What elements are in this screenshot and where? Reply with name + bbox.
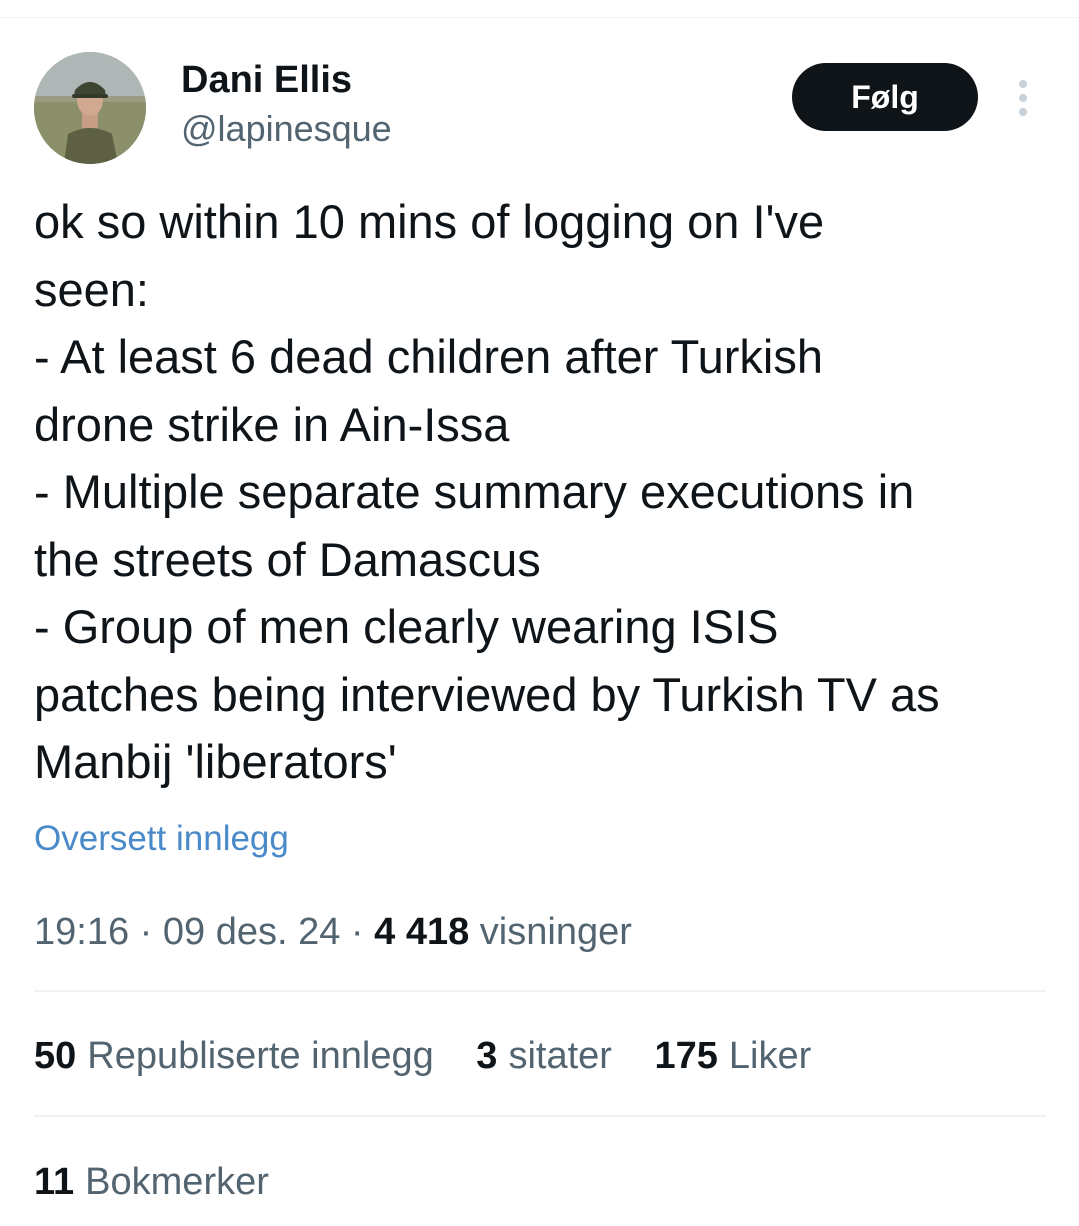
divider xyxy=(34,1115,1046,1117)
tweet-text-line: patches being interviewed by Turkish TV … xyxy=(34,667,940,721)
quotes-count: 3 xyxy=(476,1035,498,1077)
engagement-stats: 50 Republiserte innlegg 3 sitater 175 Liker xyxy=(34,1030,843,1082)
views-count: 4 418 xyxy=(374,911,470,953)
reposts-label: Republiserte innlegg xyxy=(87,1035,434,1077)
post-date[interactable]: 09 des. 24 xyxy=(163,911,340,953)
views-label: visninger xyxy=(479,911,632,953)
author-handle[interactable]: @lapinesque xyxy=(181,107,392,151)
likes-stat[interactable]: 175 Liker xyxy=(654,1030,811,1082)
author-name[interactable]: Dani Ellis xyxy=(181,57,352,103)
quotes-stat[interactable]: 3 sitater xyxy=(476,1030,612,1082)
tweet-text-line: Manbij 'liberators' xyxy=(34,735,397,788)
post-time[interactable]: 19:16 xyxy=(34,911,129,953)
more-vertical-icon[interactable] xyxy=(1010,78,1036,118)
tweet-text-line: - Group of men clearly wearing ISIS xyxy=(34,600,779,653)
avatar[interactable] xyxy=(34,52,146,164)
bookmarks-stat[interactable]: 11 Bokmerker xyxy=(34,1156,269,1208)
tweet-text-line: - At least 6 dead children after Turkish xyxy=(34,330,823,383)
tweet-text-line: - Multiple separate summary executions i… xyxy=(34,465,915,518)
translate-post-link[interactable]: Oversett innlegg xyxy=(34,814,289,864)
follow-button[interactable]: Følg xyxy=(792,63,978,131)
tweet-text-line: drone strike in Ain-Issa xyxy=(34,397,510,451)
likes-count: 175 xyxy=(654,1035,718,1077)
tweet-text-line: ok so within 10 mins of logging on I've xyxy=(34,195,825,248)
avatar-photo xyxy=(34,52,146,164)
meta-separator: · xyxy=(350,911,364,953)
tweet-text: ok so within 10 mins of logging on I've … xyxy=(34,188,1059,796)
tweet-meta: 19:16 · 09 des. 24 · 4 418 visninger xyxy=(34,906,632,958)
top-divider xyxy=(0,17,1079,18)
likes-label: Liker xyxy=(728,1035,812,1077)
quotes-label: sitater xyxy=(508,1035,612,1077)
reposts-stat[interactable]: 50 Republiserte innlegg xyxy=(34,1030,434,1082)
meta-separator: · xyxy=(139,911,153,953)
tweet-text-line: seen: xyxy=(34,262,149,316)
reposts-count: 50 xyxy=(34,1035,77,1077)
bookmarks-label: Bokmerker xyxy=(85,1161,269,1203)
tweet-text-line: the streets of Damascus xyxy=(34,532,541,586)
divider xyxy=(34,990,1046,992)
bookmarks-count: 11 xyxy=(34,1161,75,1203)
